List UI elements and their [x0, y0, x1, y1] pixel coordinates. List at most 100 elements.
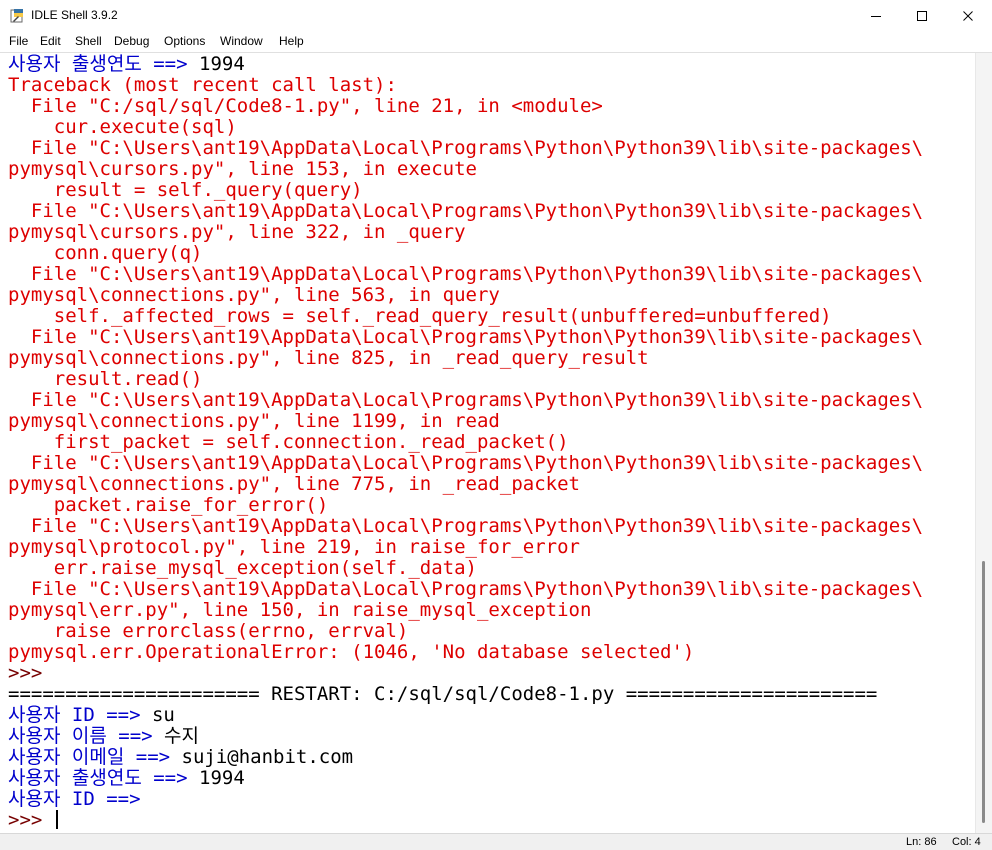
shell-text-err: conn.query(q) [8, 242, 203, 264]
shell-line: self._affected_rows = self._read_query_r… [8, 306, 832, 327]
shell-text-err: first_packet = self.connection._read_pac… [8, 431, 569, 453]
shell-text-err: File "C:\Users\ant19\AppData\Local\Progr… [8, 137, 924, 159]
menu-edit[interactable]: Edit [40, 34, 61, 48]
shell-line: cur.execute(sql) [8, 117, 237, 138]
shell-line: pymysql\connections.py", line 825, in _r… [8, 348, 649, 369]
shell-text-err: Traceback (most recent call last): [8, 74, 397, 96]
title-bar[interactable]: IDLE Shell 3.9.2 [0, 0, 992, 31]
shell-text-err: raise errorclass(errno, errval) [8, 620, 409, 642]
shell-line: result.read() [8, 368, 203, 390]
shell-line: pymysql\connections.py", line 563, in qu… [8, 285, 500, 306]
shell-line: File "C:\Users\ant19\AppData\Local\Progr… [8, 516, 923, 537]
shell-text-out: 사용자 이메일 ==> [8, 746, 182, 768]
shell-text-err: packet.raise_for_error() [8, 494, 329, 516]
shell-line: pymysql\connections.py", line 775, in _r… [8, 474, 580, 495]
shell-line: pymysql.err.OperationalError: (1046, 'No… [8, 642, 694, 663]
scrollbar-thumb[interactable] [982, 561, 985, 823]
shell-text-err: cur.execute(sql) [8, 116, 237, 138]
shell-line: File "C:\Users\ant19\AppData\Local\Progr… [8, 327, 923, 348]
shell-line: File "C:\Users\ant19\AppData\Local\Progr… [8, 201, 923, 222]
vertical-scrollbar[interactable] [975, 53, 992, 833]
shell-text-err: File "C:/sql/sql/Code8-1.py", line 21, i… [8, 95, 603, 117]
shell-line: File "C:/sql/sql/Code8-1.py", line 21, i… [8, 96, 603, 117]
shell-text-prompt: >>> [8, 809, 54, 831]
menu-window[interactable]: Window [220, 34, 263, 48]
menu-options[interactable]: Options [164, 34, 205, 48]
shell-line: 사용자 이메일 ==> suji@hanbit.com [8, 747, 353, 768]
minimize-icon [871, 15, 881, 17]
shell-line: pymysql\cursors.py", line 322, in _query [8, 222, 466, 243]
shell-text-err: File "C:\Users\ant19\AppData\Local\Progr… [8, 515, 924, 537]
shell-text-prompt: >>> [8, 662, 54, 684]
shell-line: >>> [8, 810, 58, 831]
shell-line: File "C:\Users\ant19\AppData\Local\Progr… [8, 453, 923, 474]
shell-line: 사용자 출생연도 ==> 1994 [8, 54, 245, 75]
shell-line: result = self._query(query) [8, 180, 363, 201]
shell-line: pymysql\protocol.py", line 219, in raise… [8, 537, 580, 558]
shell-text-err: File "C:\Users\ant19\AppData\Local\Progr… [8, 263, 924, 285]
shell-text-err: pymysql\connections.py", line 825, in _r… [8, 347, 649, 369]
shell-text-inp: 1994 [199, 53, 245, 75]
shell-line: File "C:\Users\ant19\AppData\Local\Progr… [8, 138, 923, 159]
shell-text-err: File "C:\Users\ant19\AppData\Local\Progr… [8, 200, 924, 222]
python-idle-icon [10, 9, 23, 23]
close-button[interactable] [945, 0, 991, 31]
shell-text-err: pymysql\connections.py", line 563, in qu… [8, 284, 500, 306]
shell-text-err: result.read() [8, 368, 203, 390]
shell-text-out: 사용자 이름 ==> [8, 725, 165, 747]
status-bar: Ln: 86 Col: 4 [0, 833, 992, 850]
shell-line: ====================== RESTART: C:/sql/s… [8, 684, 877, 705]
shell-text-restart: ====================== RESTART: C:/sql/s… [8, 683, 878, 705]
shell-text-inp: 수지 [164, 725, 200, 747]
shell-text-err: err.raise_mysql_exception(self._data) [8, 557, 477, 579]
shell-text-inp: 1994 [199, 767, 245, 789]
minimize-button[interactable] [853, 0, 899, 31]
maximize-button[interactable] [899, 0, 945, 31]
text-cursor [55, 810, 58, 829]
shell-line: err.raise_mysql_exception(self._data) [8, 558, 477, 579]
menu-help[interactable]: Help [279, 34, 304, 48]
shell-text-err: pymysql\err.py", line 150, in raise_mysq… [8, 599, 592, 621]
shell-text-err: pymysql\protocol.py", line 219, in raise… [8, 536, 580, 558]
shell-text-out: 사용자 ID ==> [8, 788, 152, 810]
shell-text-err: File "C:\Users\ant19\AppData\Local\Progr… [8, 578, 924, 600]
shell-line: conn.query(q) [8, 242, 203, 264]
menu-shell[interactable]: Shell [75, 34, 102, 48]
status-line-number: Ln: 86 [906, 836, 937, 848]
window-title: IDLE Shell 3.9.2 [31, 8, 118, 22]
shell-text-inp: su [151, 704, 175, 726]
shell-text-err: pymysql\connections.py", line 775, in _r… [8, 473, 580, 495]
menu-file[interactable]: File [9, 34, 28, 48]
shell-line: 사용자 이름 ==> 수지 [8, 726, 199, 747]
shell-text-err: pymysql\cursors.py", line 153, in execut… [8, 158, 477, 180]
maximize-icon [917, 10, 927, 21]
status-column-number: Col: 4 [952, 836, 981, 848]
shell-line: pymysql\cursors.py", line 153, in execut… [8, 159, 477, 180]
shell-text-err: self._affected_rows = self._read_query_r… [8, 305, 832, 327]
shell-line: packet.raise_for_error() [8, 494, 329, 516]
shell-text-err: result = self._query(query) [8, 179, 363, 201]
menu-bar: File Edit Shell Debug Options Window Hel… [0, 31, 992, 53]
shell-line: File "C:\Users\ant19\AppData\Local\Progr… [8, 579, 923, 600]
shell-line: 사용자 ID ==> su [8, 705, 175, 726]
shell-line: Traceback (most recent call last): [8, 75, 397, 96]
shell-line: 사용자 ID ==> [8, 789, 152, 810]
shell-text-err: pymysql\connections.py", line 1199, in r… [8, 410, 500, 432]
shell-line: first_packet = self.connection._read_pac… [8, 432, 569, 453]
shell-text-err: pymysql.err.OperationalError: (1046, 'No… [8, 641, 695, 663]
idle-shell-window: IDLE Shell 3.9.2 File Edit Shell Debug O… [0, 0, 992, 850]
shell-text-err: File "C:\Users\ant19\AppData\Local\Progr… [8, 389, 924, 411]
menu-debug[interactable]: Debug [114, 34, 149, 48]
shell-line: raise errorclass(errno, errval) [8, 620, 409, 642]
shell-line: >>> [8, 663, 54, 684]
close-icon [963, 10, 973, 21]
shell-text-out: 사용자 출생연도 ==> [8, 53, 199, 75]
shell-line: File "C:\Users\ant19\AppData\Local\Progr… [8, 390, 923, 411]
shell-line: pymysql\err.py", line 150, in raise_mysq… [8, 600, 591, 621]
shell-line: pymysql\connections.py", line 1199, in r… [8, 411, 500, 432]
shell-text-area[interactable]: 사용자 출생연도 ==> 1994 Traceback (most recent … [0, 53, 975, 833]
shell-text-err: File "C:\Users\ant19\AppData\Local\Progr… [8, 326, 924, 348]
shell-text-err: File "C:\Users\ant19\AppData\Local\Progr… [8, 452, 924, 474]
shell-text-err: pymysql\cursors.py", line 322, in _query [8, 221, 466, 243]
shell-line: File "C:\Users\ant19\AppData\Local\Progr… [8, 264, 923, 285]
